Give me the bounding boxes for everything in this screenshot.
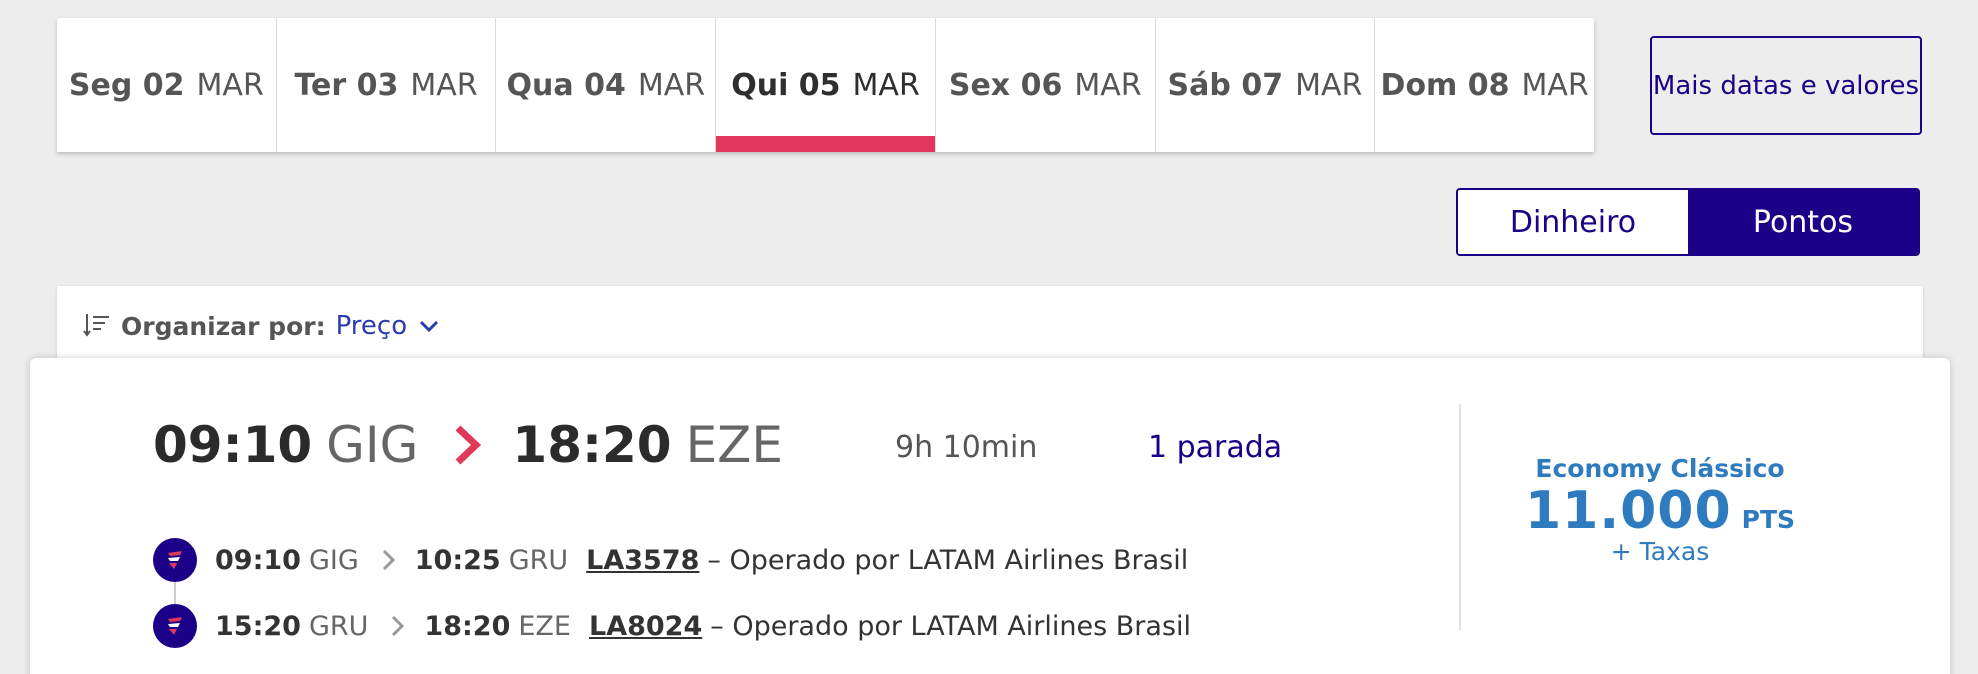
date-tab-month: MAR [1074,67,1142,103]
flight-number-link[interactable]: LA8024 [589,611,702,642]
origin-airport: GIG [326,416,419,474]
segment-arr-airport: EZE [518,610,571,642]
date-tabs: Seg 02 MAR Ter 03 MAR Qua 04 MAR Qui 05 … [57,18,1594,152]
sort-label: Organizar por: [121,311,326,341]
date-tab-month: MAR [1295,67,1363,103]
sort-icon [83,314,109,337]
date-tab-qua-04[interactable]: Qua 04 MAR [496,18,717,152]
chevron-right-icon [392,615,405,637]
more-dates-button[interactable]: Mais datas e valores [1650,36,1922,135]
date-tab-month: MAR [637,67,706,103]
segment-dep-time: 15:20 [215,610,301,642]
segment-operator: – Operado por LATAM Airlines Brasil [710,610,1192,642]
route-summary: 09:10 GIG 18:20 EZE [153,416,783,474]
fare-cabin: Economy Clássico [1535,454,1785,483]
date-tab-day: Qui 05 [731,67,841,103]
segment-dep-airport: GIG [308,544,359,576]
toggle-pontos[interactable]: Pontos [1688,190,1918,254]
fare-option[interactable]: Economy Clássico 11.000 PTS + Taxas [1510,454,1810,566]
date-tab-day: Ter 03 [294,67,399,103]
fare-points-unit: PTS [1741,505,1796,534]
segment-arr-time: 18:20 [424,610,511,642]
date-tab-seg-02[interactable]: Seg 02 MAR [57,18,277,152]
chevron-down-icon [420,320,439,333]
segment-connector [174,582,176,604]
latam-logo-icon [153,538,197,582]
date-tab-day: Sáb 07 [1167,67,1284,103]
stops-link[interactable]: 1 parada [1148,430,1282,465]
date-tab-month: MAR [1521,67,1589,103]
card-divider [1459,404,1461,630]
date-tab-dom-08[interactable]: Dom 08 MAR [1375,18,1594,152]
segment-arr-time: 10:25 [414,544,501,576]
flight-duration: 9h 10min [895,430,1038,465]
date-tab-sab-07[interactable]: Sáb 07 MAR [1156,18,1376,152]
fare-taxes: + Taxas [1610,537,1710,566]
date-tab-day: Seg 02 [68,67,185,103]
segment-operator: – Operado por LATAM Airlines Brasil [707,544,1189,576]
sort-value-text: Preço [335,311,408,341]
segment-row: 15:20 GRU 18:20 EZE LA8024 – Operado por… [153,604,1191,648]
date-tab-qui-05-selected[interactable]: Qui 05 MAR [716,18,936,152]
date-tab-month: MAR [410,67,478,103]
route-arrow-icon [456,425,482,465]
segment-row: 09:10 GIG 10:25 GRU LA3578 – Operado por… [153,538,1191,604]
fare-points-row: 11.000 PTS [1510,481,1810,541]
flight-number-link[interactable]: LA3578 [586,545,699,576]
fare-points: 11.000 [1524,481,1732,541]
destination-airport: EZE [685,416,783,474]
date-tab-sex-06[interactable]: Sex 06 MAR [936,18,1156,152]
arrival-time: 18:20 [512,416,672,474]
sort-dropdown[interactable]: Preço [336,311,442,341]
currency-toggle: Dinheiro Pontos [1456,188,1920,256]
sort-bar: Organizar por: Preço [57,286,1923,366]
date-tab-day: Qua 04 [506,67,626,103]
segment-arr-airport: GRU [508,544,569,576]
chevron-right-icon [382,549,395,571]
segment-dep-time: 09:10 [215,544,301,576]
latam-logo-icon [153,604,197,648]
departure-time: 09:10 [153,416,313,474]
flight-card[interactable]: 09:10 GIG 18:20 EZE 9h 10min 1 parada 09… [30,358,1950,674]
segment-dep-airport: GRU [308,610,369,642]
date-tab-ter-03[interactable]: Ter 03 MAR [277,18,497,152]
date-tab-month: MAR [852,67,920,103]
date-tab-day: Sex 06 [948,67,1063,103]
date-tab-day: Dom 08 [1380,67,1510,103]
toggle-dinheiro[interactable]: Dinheiro [1458,190,1688,254]
flight-segments: 09:10 GIG 10:25 GRU LA3578 – Operado por… [153,538,1191,670]
date-tab-month: MAR [196,67,264,103]
